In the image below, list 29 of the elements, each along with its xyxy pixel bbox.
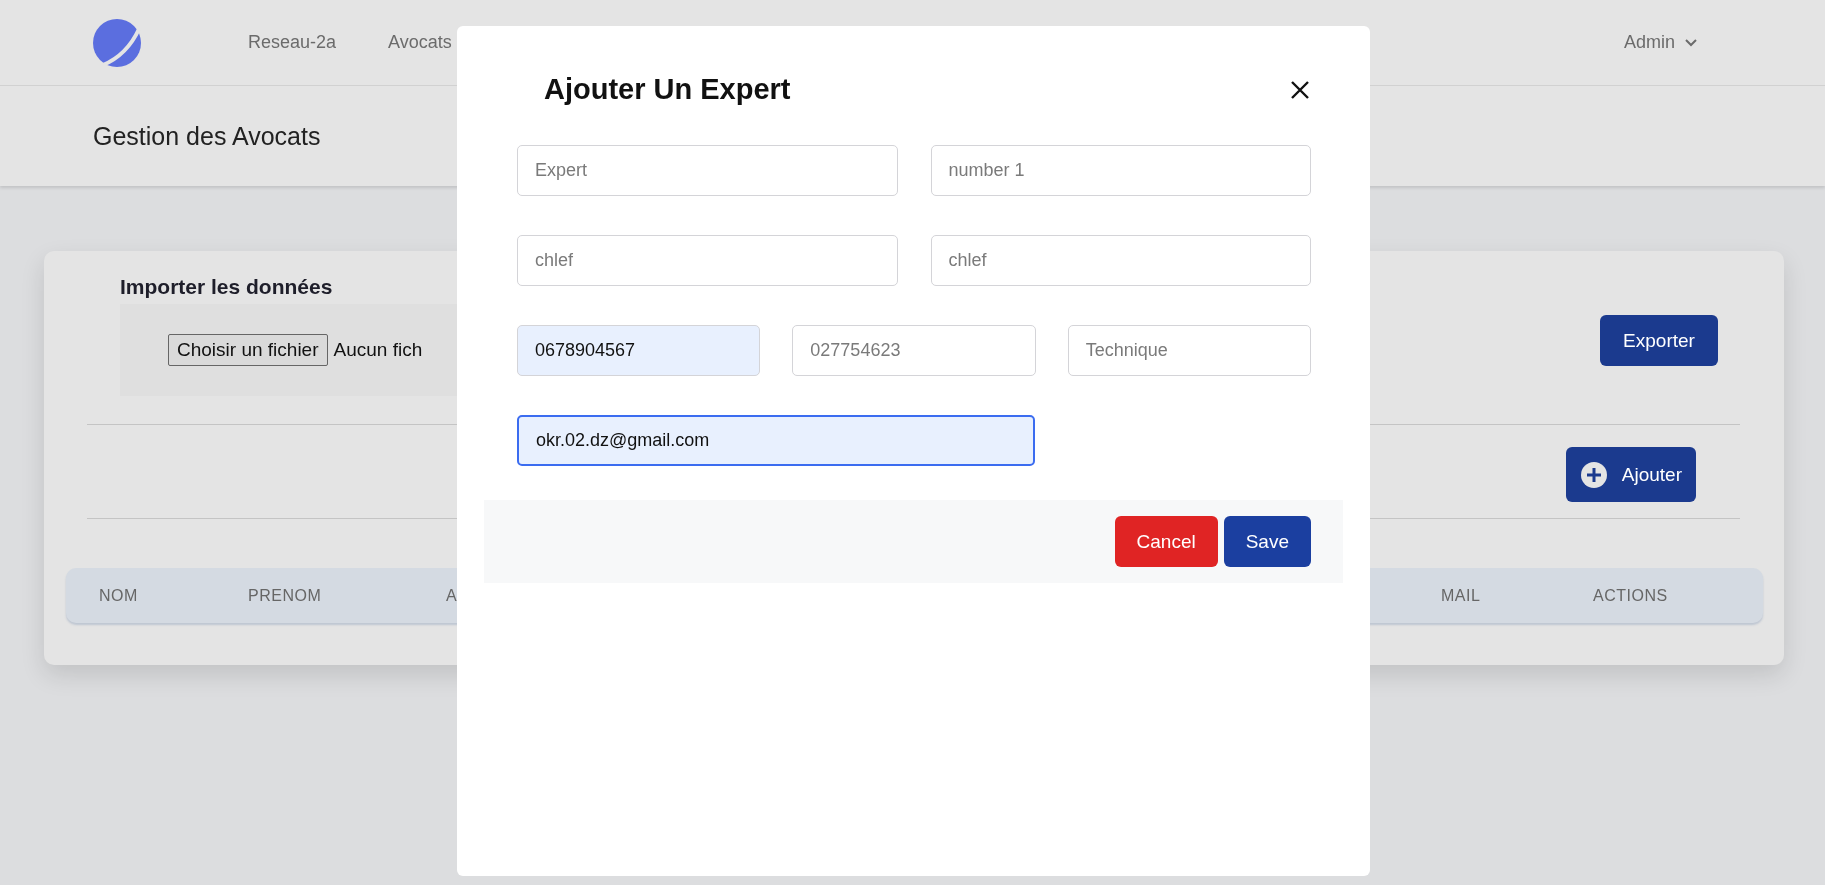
plus-circle-icon bbox=[1579, 460, 1608, 489]
column-header: PRENOM bbox=[248, 586, 322, 605]
add-button[interactable]: Ajouter bbox=[1565, 447, 1696, 502]
column-header: ACTIONS bbox=[1593, 586, 1668, 605]
modal-title: Ajouter Un Expert bbox=[544, 73, 791, 106]
page-title: Gestion des Avocats bbox=[93, 121, 321, 151]
input-field[interactable]: Technique bbox=[1067, 325, 1311, 376]
input-field[interactable]: 027754623 bbox=[792, 325, 1036, 376]
column-header: NOM bbox=[99, 586, 138, 605]
section-title: Importer les données bbox=[120, 275, 334, 299]
input-field[interactable]: 0678904567 bbox=[517, 325, 761, 376]
input-field[interactable]: okr.02.dz@gmail.com bbox=[517, 415, 1035, 466]
chevron-down-icon bbox=[1685, 38, 1697, 47]
input-field[interactable]: Expert bbox=[517, 145, 898, 196]
nav-link[interactable]: Reseau-2a bbox=[248, 32, 337, 53]
close-icon[interactable] bbox=[1290, 79, 1310, 100]
nav-link[interactable]: Avocats bbox=[388, 32, 452, 53]
column-header: MAIL bbox=[1441, 586, 1481, 605]
input-field[interactable]: number 1 bbox=[930, 145, 1311, 196]
cancel-button[interactable]: Cancel bbox=[1114, 516, 1218, 567]
input-field[interactable]: chlef bbox=[517, 235, 898, 286]
logo-icon[interactable] bbox=[93, 18, 141, 67]
export-button[interactable]: Exporter bbox=[1600, 315, 1718, 366]
user-menu[interactable]: Admin bbox=[1623, 32, 1697, 53]
file-status: Aucun fich bbox=[333, 339, 423, 361]
input-field[interactable]: chlef bbox=[930, 235, 1311, 286]
column-header: A bbox=[446, 586, 458, 605]
choose-file-button[interactable]: Choisir un fichier bbox=[168, 334, 328, 366]
save-button[interactable]: Save bbox=[1223, 516, 1311, 567]
